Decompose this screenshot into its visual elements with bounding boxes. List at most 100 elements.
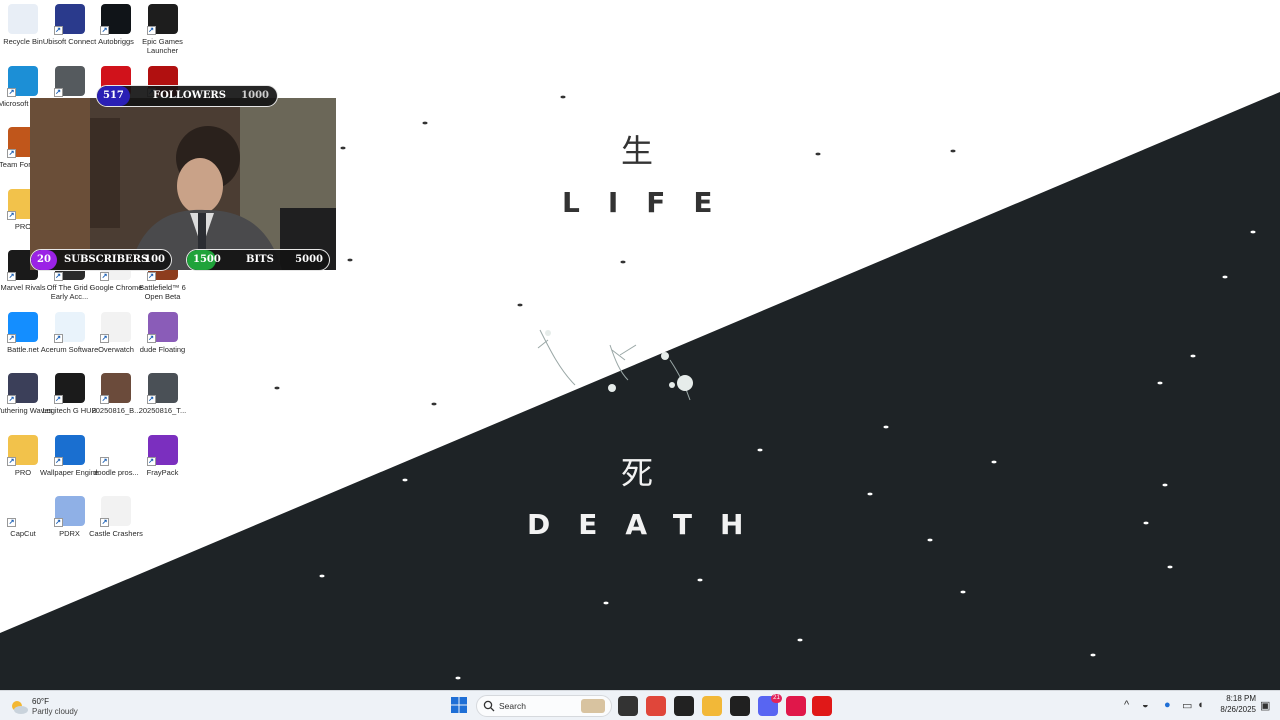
- shortcut-arrow-icon: ↗: [53, 333, 63, 343]
- wallpaper-engine-icon: ↗: [53, 434, 85, 466]
- clock-date: 8/26/2025: [1220, 705, 1256, 714]
- show-hidden-icons[interactable]: ^: [1124, 699, 1129, 711]
- desktop-icon-label: dude Floating: [139, 344, 186, 354]
- wallpaper-petal: [455, 676, 461, 680]
- wallpaper-petal: [757, 448, 763, 452]
- shortcut-arrow-icon: ↗: [100, 456, 109, 466]
- battlenet-icon: ↗: [7, 311, 38, 343]
- network-icon[interactable]: ◒: [1142, 699, 1149, 711]
- shortcut-arrow-icon: ↗: [7, 333, 16, 343]
- epic-games-icon: ↗: [146, 4, 178, 35]
- wallpaper-petal: [815, 152, 821, 156]
- volume-icon[interactable]: ◖: [1197, 699, 1204, 711]
- followers-goal: 1000: [241, 90, 269, 101]
- file-explorer-icon[interactable]: [702, 696, 722, 716]
- life-word: LIFE: [562, 186, 741, 219]
- youtube-music-icon[interactable]: [812, 696, 832, 716]
- shortcut-arrow-icon: ↗: [7, 87, 16, 97]
- wallpaper-petal: [340, 146, 346, 150]
- webcam-overlay: [30, 98, 336, 270]
- obs-icon[interactable]: [730, 696, 750, 716]
- bits-label: BITS: [246, 254, 274, 265]
- desktop-icon-label: Castle Crashers: [89, 529, 143, 538]
- bits-goal-bar: 1500 BITS 5000: [186, 249, 330, 271]
- tiktok-icon[interactable]: [786, 696, 806, 716]
- wallpaper-petal: [517, 303, 523, 307]
- pdrx-icon: ↗: [53, 496, 85, 527]
- video-file-icon: ↗: [146, 373, 178, 404]
- amazon-icon[interactable]: [674, 696, 694, 716]
- task-view-icon[interactable]: [618, 696, 638, 716]
- wallpaper-petal: [927, 538, 933, 542]
- chrome-icon[interactable]: [646, 696, 666, 716]
- shortcut-arrow-icon: ↗: [53, 26, 63, 35]
- start-button[interactable]: [450, 696, 470, 716]
- wallpaper-petal: [431, 402, 437, 406]
- desktop-icon[interactable]: ↗ Castle Crashers: [86, 496, 146, 538]
- weather-widget[interactable]: 60°F Partly cloudy: [10, 695, 100, 719]
- shortcut-arrow-icon: ↗: [100, 272, 109, 281]
- capcut-icon: ↗: [7, 496, 38, 527]
- dude-floating-icon: ↗: [146, 311, 178, 343]
- desktop-icon-label: FrayPack: [146, 467, 179, 477]
- shortcut-arrow-icon: ↗: [146, 272, 156, 281]
- shortcut-arrow-icon: ↗: [7, 149, 16, 158]
- bits-current: 1500: [193, 254, 221, 265]
- shortcut-arrow-icon: ↗: [7, 272, 16, 281]
- desktop-icon-label: Epic Games Launcher: [142, 37, 183, 55]
- recycle-bin-icon: [8, 4, 38, 34]
- ubisoft-icon: ↗: [53, 4, 85, 35]
- wallpaper-petal: [560, 95, 566, 99]
- desktop-icon[interactable]: ↗ FrayPack: [133, 434, 193, 477]
- partly-cloudy-icon: [12, 701, 28, 714]
- search-highlight-icon: [581, 699, 605, 713]
- wallpaper-petal: [274, 386, 280, 390]
- wallpaper-petal: [1167, 565, 1173, 569]
- microphone-icon[interactable]: ●: [1164, 699, 1171, 711]
- followers-current: 517: [103, 90, 124, 101]
- logitech-icon: ↗: [53, 373, 85, 404]
- desktop-icon-label: Battlefield™ 6 Open Beta: [139, 283, 186, 301]
- search-icon: [483, 700, 495, 712]
- folder-icon: ↗: [7, 434, 38, 466]
- shortcut-arrow-icon: ↗: [100, 395, 109, 404]
- notifications-icon[interactable]: ▣: [1260, 699, 1270, 712]
- wallpaper-petal: [1090, 653, 1096, 657]
- wallpaper-petal: [319, 574, 325, 578]
- wallpaper-petal: [402, 478, 408, 482]
- desktop-icon[interactable]: ↗ 20250816_T...: [133, 373, 193, 415]
- subscribers-goal-bar: 20 SUBSCRIBERS 100: [30, 249, 172, 271]
- wallpaper-petal: [960, 590, 966, 594]
- desktop-icon-label: 20250816_T...: [138, 406, 187, 415]
- webcam-feed: [30, 98, 336, 270]
- bits-goal: 5000: [295, 254, 323, 265]
- death-word: DEATH: [527, 508, 772, 541]
- doodle-icon: ↗: [100, 434, 131, 466]
- shortcut-arrow-icon: ↗: [53, 518, 63, 527]
- wallpaper-petal: [347, 258, 353, 262]
- wallpaper-petal: [991, 460, 997, 464]
- wallpaper-petal: [422, 121, 428, 125]
- wallpaper-petal: [1162, 483, 1168, 487]
- wallpaper-petal: [883, 425, 889, 429]
- followers-label: FOLLOWERS: [153, 90, 226, 101]
- subscribers-label: SUBSCRIBERS: [64, 254, 149, 265]
- shortcut-arrow-icon: ↗: [100, 26, 109, 35]
- desktop-icon[interactable]: ↗ dude Floating: [133, 311, 193, 354]
- search-placeholder: Search: [499, 701, 526, 711]
- overwatch-icon: ↗: [100, 311, 131, 343]
- castle-crashers-icon: ↗: [100, 496, 131, 527]
- wallpaper-petal: [620, 260, 626, 264]
- wallpaper-petal: [697, 578, 703, 582]
- taskbar-search[interactable]: Search: [476, 695, 612, 717]
- desktop-icon[interactable]: ↗ Epic Games Launcher: [133, 4, 193, 55]
- shortcut-arrow-icon: ↗: [7, 395, 16, 404]
- wallpaper-petal: [1250, 230, 1256, 234]
- wallpaper-petal: [1222, 275, 1228, 279]
- clock[interactable]: 8:18 PM 8/26/2025: [1212, 694, 1256, 714]
- wallpaper-petal: [603, 601, 609, 605]
- shortcut-arrow-icon: ↗: [146, 395, 156, 404]
- display-icon[interactable]: ▭: [1182, 699, 1192, 712]
- wuthering-waves-icon: ↗: [7, 373, 38, 404]
- discord-badge: 21: [771, 694, 782, 703]
